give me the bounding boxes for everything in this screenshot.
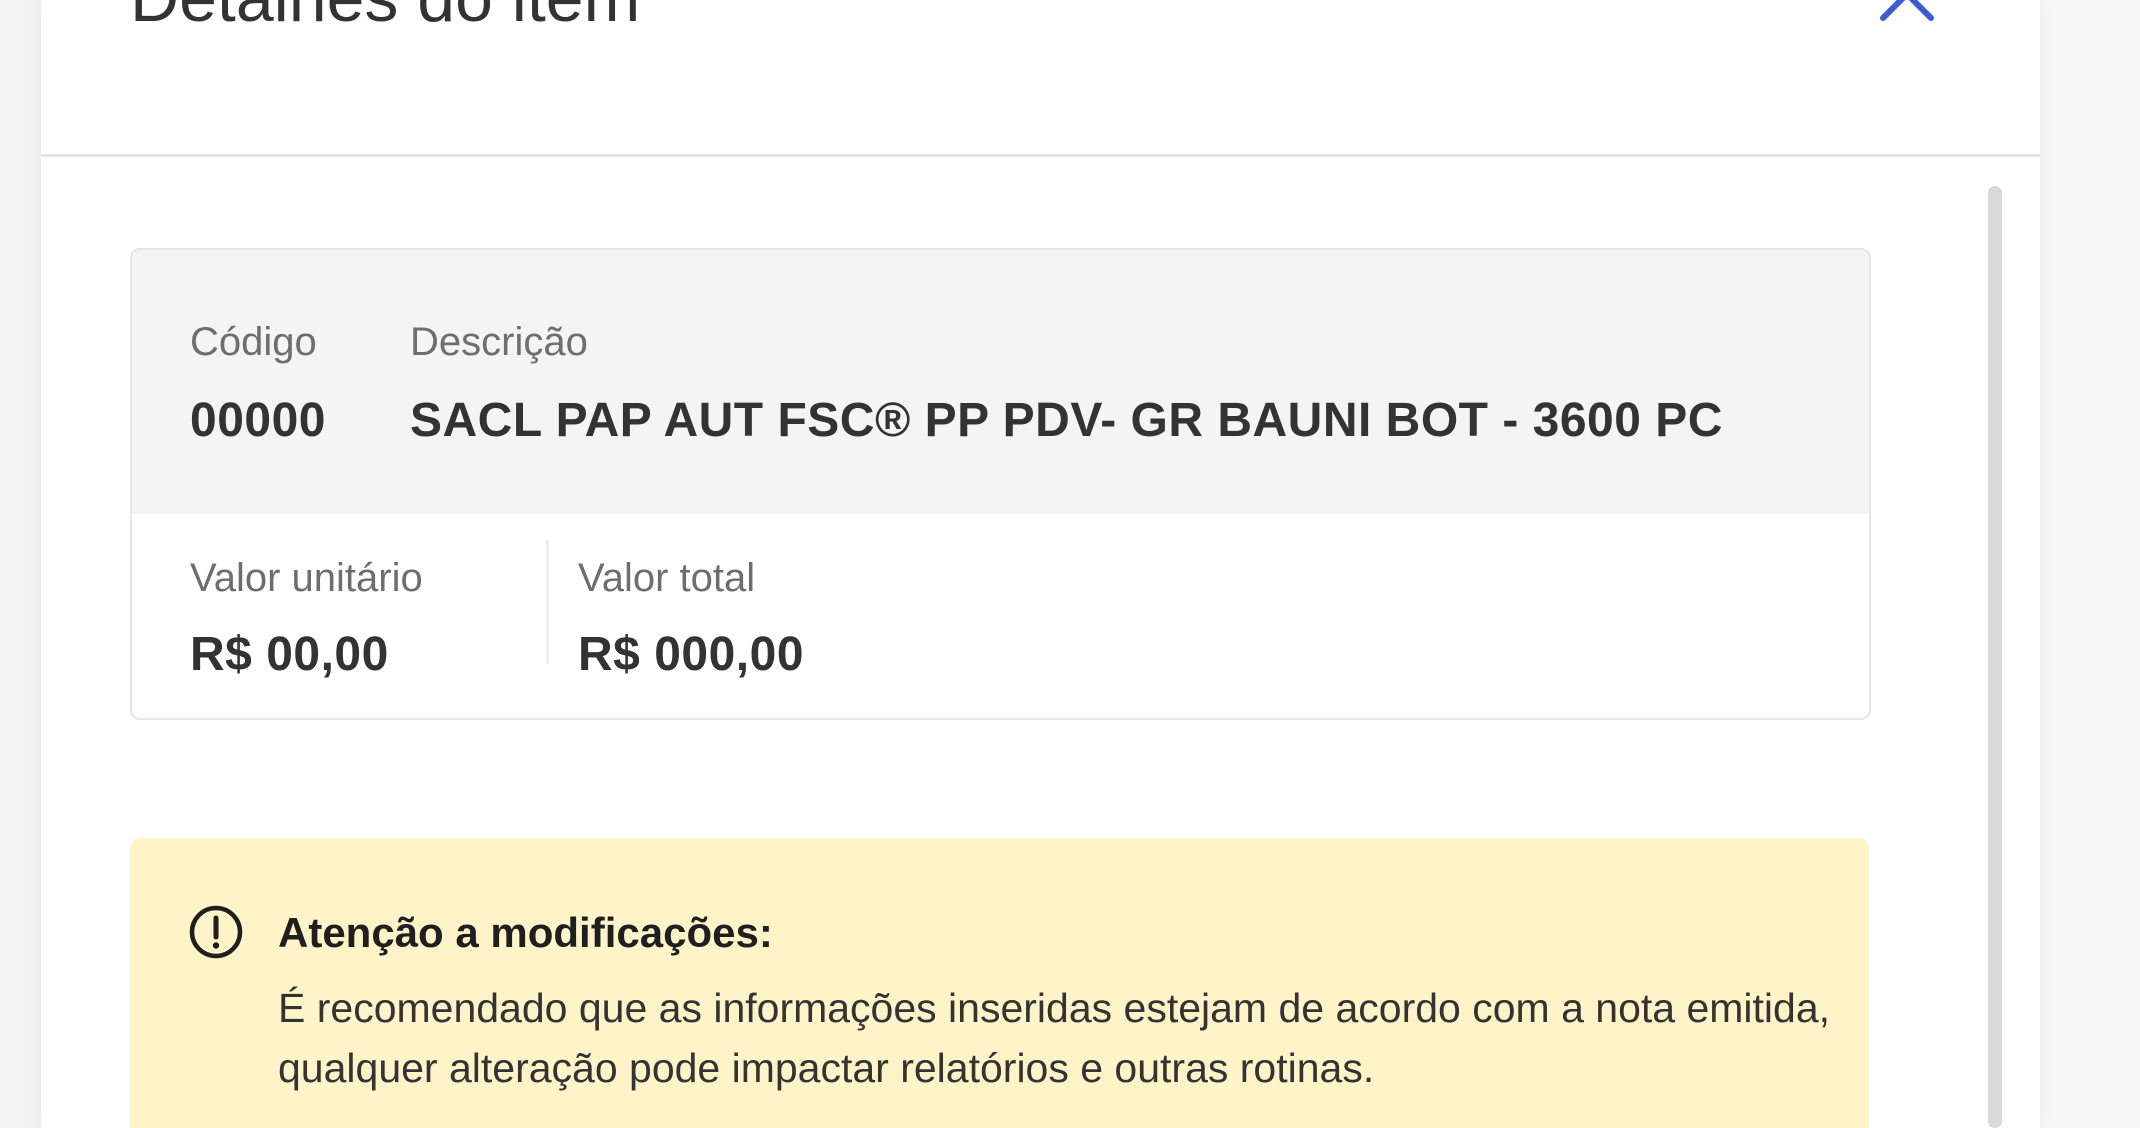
description-value: SACL PAP AUT FSC® PP PDV- GR BAUNI BOT -…	[410, 394, 1723, 447]
item-identification-section: Código Descrição 00000 SACL PAP AUT FSC®…	[132, 250, 1869, 514]
unit-price-value: R$ 00,00	[190, 628, 389, 681]
unit-price-label: Valor unitário	[190, 556, 423, 600]
alert-message: É recomendado que as informações inserid…	[278, 985, 1831, 1091]
total-price-label: Valor total	[578, 556, 756, 600]
panel-scrollbar-thumb[interactable]	[1988, 186, 2002, 1128]
exclamation-circle-icon	[189, 905, 243, 959]
description-label: Descrição	[410, 320, 588, 364]
panel-title: Detalhes do item	[130, 0, 640, 38]
item-details-panel: Detalhes do item Código Descrição 00000 …	[41, 0, 2040, 1128]
panel-header: Detalhes do item	[41, 0, 2040, 157]
close-icon	[1880, 0, 1934, 21]
alert-title: Atenção a modificações:	[278, 909, 773, 956]
code-label: Código	[190, 320, 317, 364]
page-backdrop	[2040, 0, 2140, 1128]
price-divider	[546, 540, 549, 664]
item-summary-card: Código Descrição 00000 SACL PAP AUT FSC®…	[130, 248, 1871, 720]
panel-scrollbar[interactable]	[1988, 186, 2002, 1128]
modification-warning-alert: Atenção a modificações: É recomendado qu…	[130, 838, 1869, 1128]
total-price-value: R$ 000,00	[578, 628, 805, 681]
close-button[interactable]	[1871, 0, 1941, 30]
code-value: 00000	[190, 394, 326, 447]
